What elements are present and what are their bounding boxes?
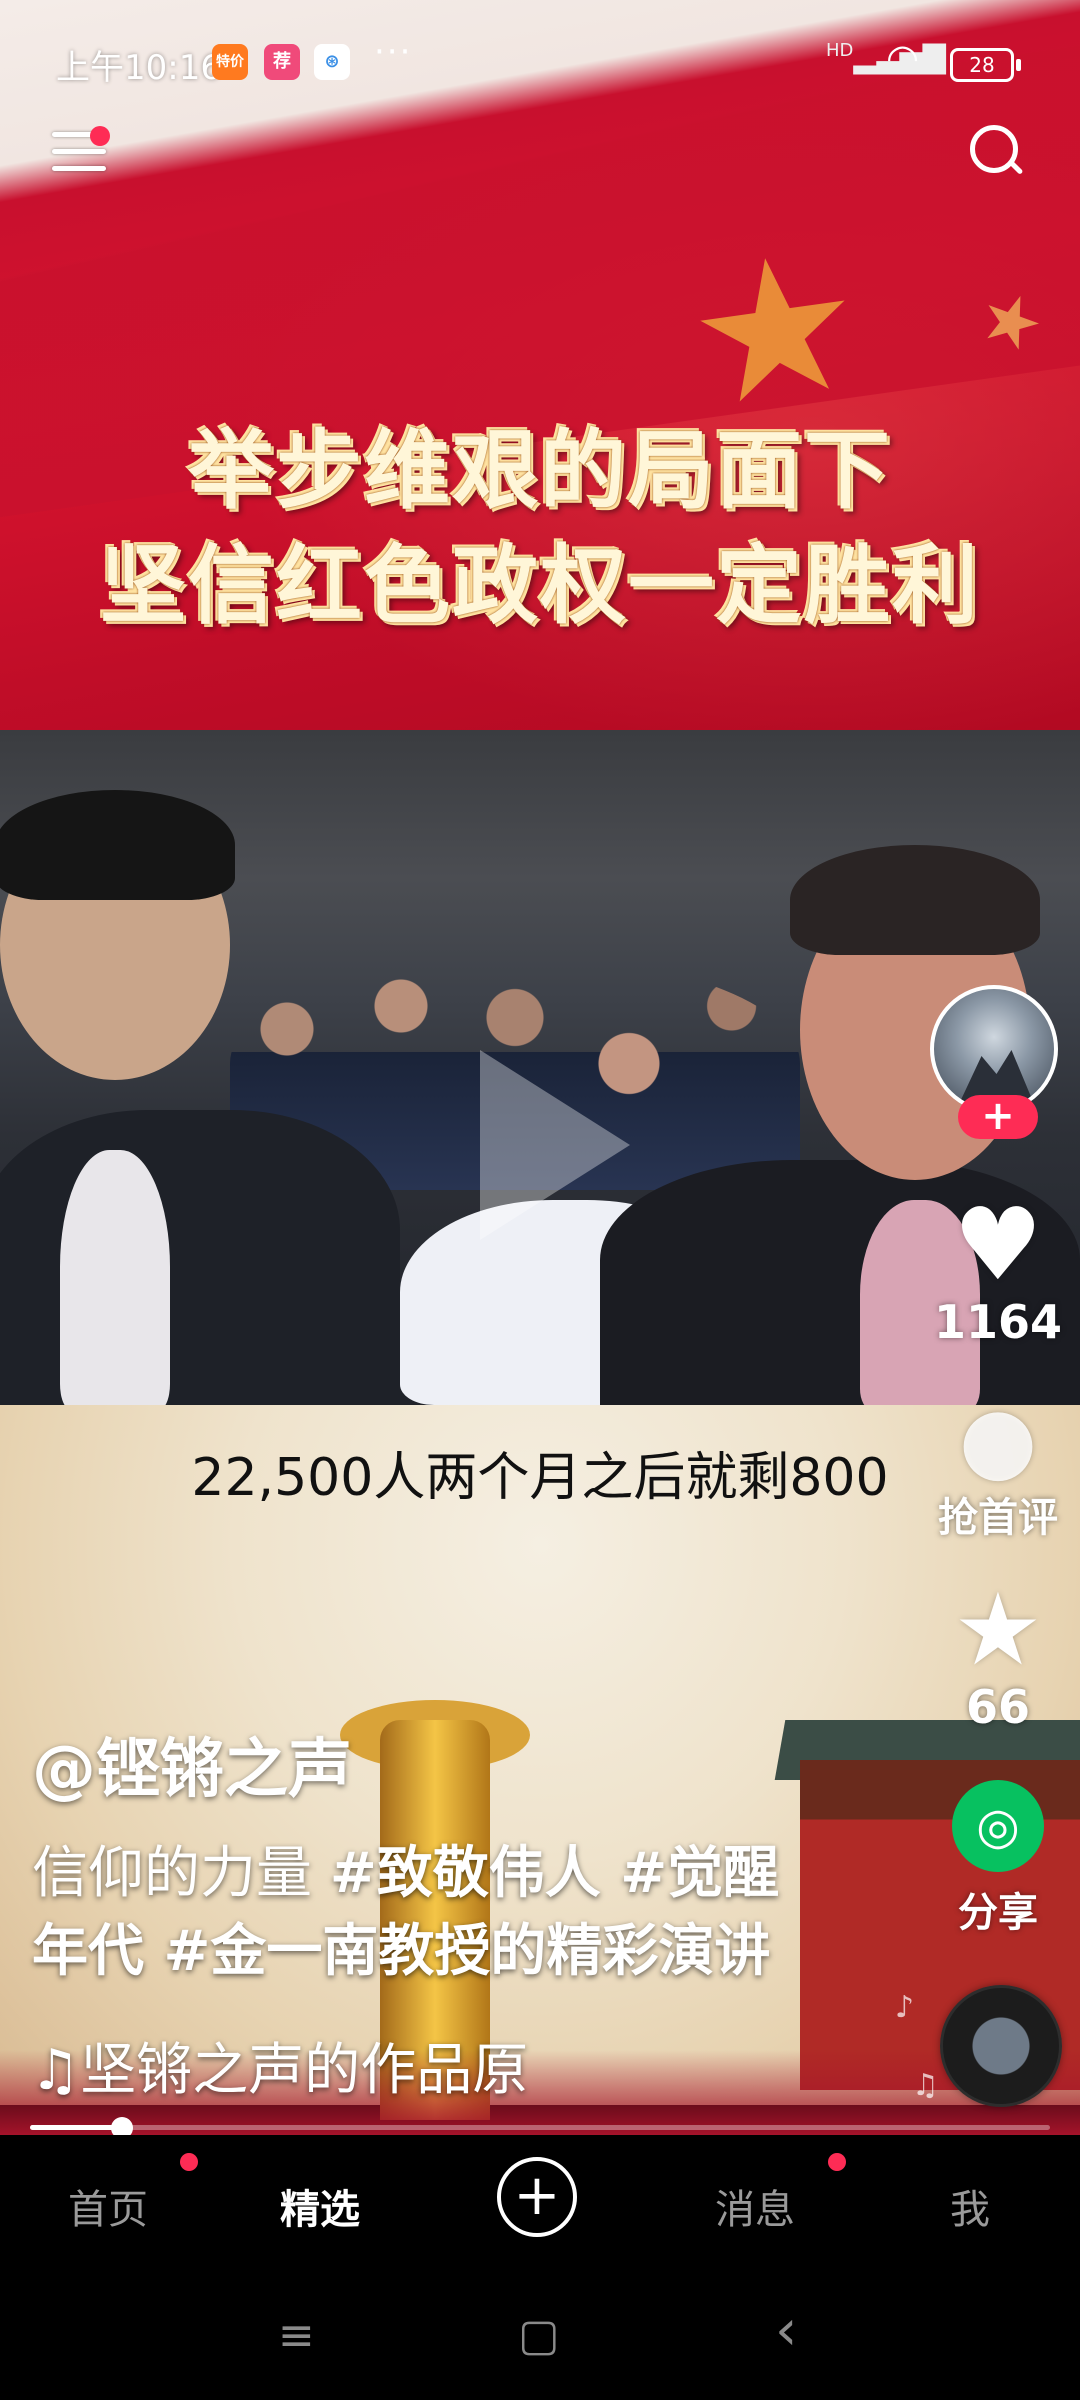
video-description[interactable]: 信仰的力量 #致敬伟人 #觉醒 年代 #金一南教授的精彩演讲 bbox=[32, 1835, 872, 1991]
like-count: 1164 bbox=[933, 1295, 1063, 1349]
wifi-icon: ◠ bbox=[886, 36, 920, 80]
comment-label: 抢首评 bbox=[938, 1495, 1058, 1541]
video-progress-bar[interactable] bbox=[30, 2117, 1050, 2139]
play-icon[interactable] bbox=[480, 1050, 630, 1240]
follow-button[interactable]: + bbox=[958, 1095, 1038, 1139]
search-icon[interactable] bbox=[970, 125, 1024, 177]
hashtags-line2[interactable]: 年代 #金一南教授的精彩演讲 bbox=[32, 1919, 770, 1984]
bottom-nav: 首页 精选 + 消息 我 bbox=[0, 2135, 1080, 2270]
hashtags-line1[interactable]: #致敬伟人 #觉醒 bbox=[330, 1841, 779, 1906]
app-icon-blue: ⊛ bbox=[314, 44, 350, 80]
share-label: 分享 bbox=[958, 1890, 1038, 1936]
star-icon: ★ bbox=[953, 1571, 1043, 1688]
favorite-count: 66 bbox=[965, 1680, 1030, 1734]
status-bar: 上午10:16 特价 荐 ⊛ ··· HD▂▃▅▇ ◠ 28 bbox=[0, 0, 1080, 120]
comment-bubble-icon: ● bbox=[958, 1387, 1038, 1492]
favorite-button[interactable]: ★ 66 bbox=[928, 1571, 1068, 1735]
music-note-icon: ♪ bbox=[895, 1990, 915, 2025]
description-text: 信仰的力量 bbox=[32, 1841, 330, 1906]
hd-label: HD bbox=[826, 40, 854, 61]
heart-icon: ♥ bbox=[953, 1186, 1043, 1303]
music-title[interactable]: ♫坚锵之声的作品原 bbox=[30, 2025, 528, 2106]
video-feed-screen: ★ ★ 举步维艰的局面下 坚信红色政权一定胜利 22,500人两个月之后就剩80… bbox=[0, 0, 1080, 2400]
nav-home[interactable]: 首页 bbox=[68, 2177, 148, 2235]
music-note-icon-2: ♫ bbox=[912, 2068, 939, 2103]
comment-button[interactable]: ● 抢首评 bbox=[928, 1395, 1068, 1543]
nav-featured[interactable]: 精选 bbox=[280, 2177, 360, 2235]
person-right-hair bbox=[790, 845, 1040, 955]
back-icon[interactable]: ‹ bbox=[775, 2298, 797, 2363]
recent-apps-icon[interactable]: ≡ bbox=[278, 2310, 315, 2361]
create-button[interactable]: + bbox=[497, 2157, 577, 2237]
taobao-special-icon: 特价 bbox=[212, 44, 248, 80]
like-button[interactable]: ♥ 1164 bbox=[928, 1186, 1068, 1350]
music-disc-icon[interactable] bbox=[940, 1985, 1062, 2107]
progress-fill bbox=[30, 2125, 122, 2130]
wechat-icon: ◎ bbox=[952, 1780, 1044, 1872]
menu-notification-dot bbox=[90, 126, 110, 146]
nav-messages[interactable]: 消息 bbox=[715, 2177, 795, 2235]
person-left-hair bbox=[0, 790, 235, 900]
home-icon[interactable]: ▢ bbox=[518, 2310, 560, 2361]
share-button[interactable]: ◎ 分享 bbox=[928, 1780, 1068, 1938]
banner-text-line1: 举步维艰的局面下 bbox=[188, 421, 892, 521]
system-navigation-bar: ≡ ▢ ‹ bbox=[0, 2270, 1080, 2400]
banner-text-line2: 坚信红色政权一定胜利 bbox=[100, 536, 980, 636]
nav-me[interactable]: 我 bbox=[950, 2177, 990, 2235]
status-time: 上午10:16 bbox=[56, 48, 222, 88]
nav-messages-dot bbox=[828, 2153, 846, 2171]
person-left-shirt bbox=[60, 1150, 170, 1410]
video-subtitle: 22,500人两个月之后就剩800 bbox=[191, 1448, 889, 1508]
app-icon-recommend: 荐 bbox=[264, 44, 300, 80]
author-name[interactable]: @铿锵之声 bbox=[32, 1718, 352, 1810]
more-notifications-icon: ··· bbox=[374, 32, 413, 72]
nav-home-dot bbox=[180, 2153, 198, 2171]
battery-icon: 28 bbox=[950, 48, 1021, 82]
